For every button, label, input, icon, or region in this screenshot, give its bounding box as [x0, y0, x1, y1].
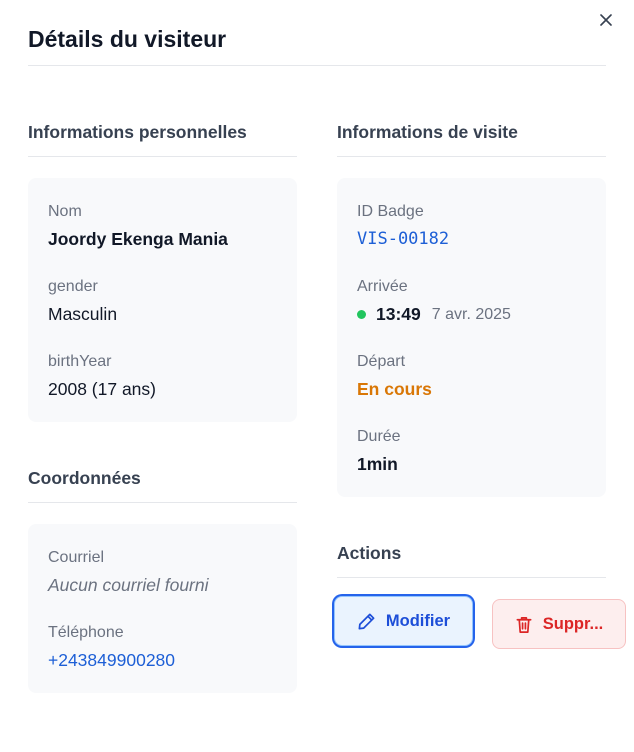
birth-year-label: birthYear: [48, 353, 112, 370]
trash-icon: [516, 616, 532, 633]
arrival-row: 13:49 7 avr. 2025: [357, 304, 511, 325]
birth-year-value: 2008 (17 ans): [48, 379, 156, 399]
status-dot-icon: [357, 310, 366, 319]
title-divider: [28, 65, 606, 66]
gender-label: gender: [48, 278, 98, 295]
arrival-time: 13:49: [376, 304, 421, 324]
email-label: Courriel: [48, 549, 105, 566]
edit-button-label: Modifier: [385, 611, 451, 630]
departure-label: Départ: [357, 353, 406, 370]
duration-value: 1min: [357, 454, 398, 474]
contact-heading: Coordonnées: [28, 468, 141, 488]
actions-heading: Actions: [337, 543, 402, 563]
duration-label: Durée: [357, 428, 401, 445]
arrival-date: 7 avr. 2025: [431, 305, 511, 323]
close-icon: [600, 14, 612, 26]
visit-info-card: [337, 178, 606, 497]
actions-divider: [337, 577, 606, 578]
pencil-icon: [358, 613, 375, 629]
badge-label: ID Badge: [357, 203, 424, 220]
phone-label: Téléphone: [48, 624, 124, 641]
phone-link[interactable]: +243849900280: [48, 650, 175, 671]
visit-info-heading: Informations de visite: [337, 122, 518, 142]
close-button[interactable]: [596, 10, 616, 30]
personal-info-heading: Informations personnelles: [28, 122, 247, 142]
departure-status: En cours: [357, 379, 432, 399]
delete-button-label: Suppr...: [542, 614, 604, 633]
arrival-label: Arrivée: [357, 278, 408, 295]
name-value: Joordy Ekenga Mania: [48, 229, 228, 249]
contact-divider: [28, 502, 297, 503]
badge-value: VIS-00182: [357, 229, 450, 249]
email-value: Aucun courriel fourni: [48, 575, 209, 595]
gender-value: Masculin: [48, 304, 118, 324]
dialog-title: Détails du visiteur: [28, 26, 227, 52]
delete-button[interactable]: Suppr...: [492, 599, 626, 649]
visit-info-divider: [337, 156, 606, 157]
name-label: Nom: [48, 203, 82, 220]
personal-info-divider: [28, 156, 297, 157]
edit-button[interactable]: Modifier: [334, 596, 473, 646]
